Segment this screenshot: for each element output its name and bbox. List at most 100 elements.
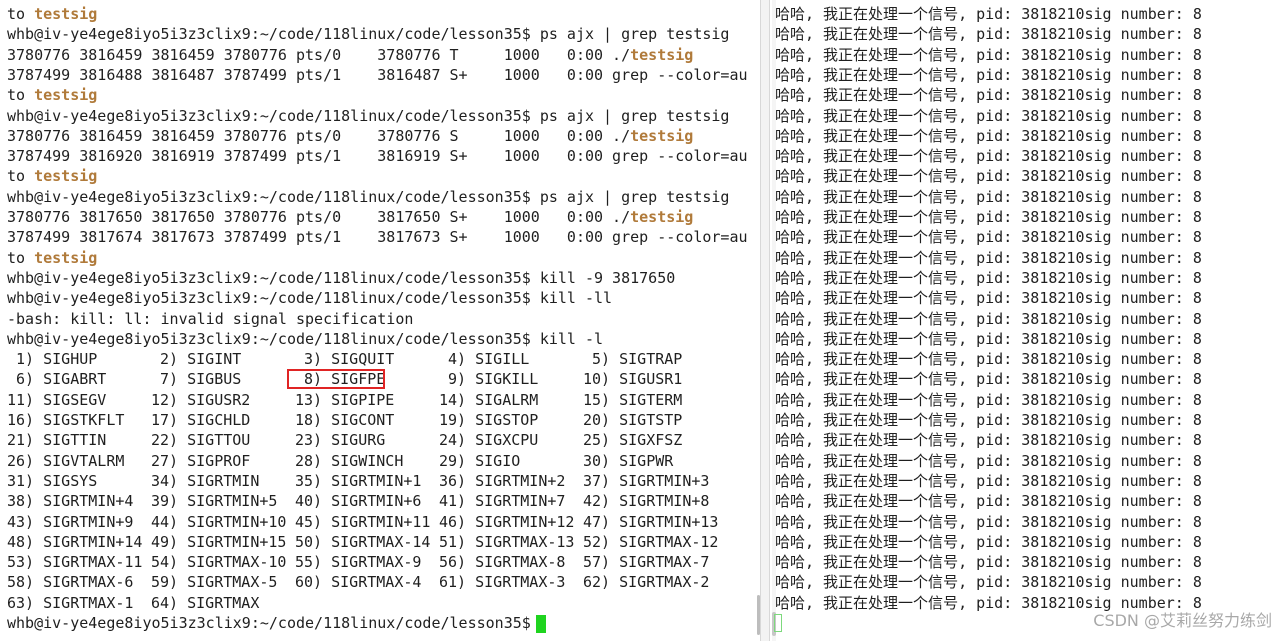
right-terminal-pane[interactable]: 哈哈, 我正在处理一个信号, pid: 3818210sig number: 8…	[770, 0, 1280, 641]
terminal-text: to	[7, 5, 35, 23]
signal-entry: 25) SIGXFSZ	[583, 431, 683, 450]
output-line: 哈哈, 我正在处理一个信号, pid: 3818210sig number: 8	[775, 248, 1202, 267]
signal-entry: 3) SIGQUIT	[295, 350, 395, 369]
output-line: 哈哈, 我正在处理一个信号, pid: 3818210sig number: 8	[775, 492, 1202, 511]
signal-entry: 11) SIGSEGV	[7, 390, 107, 409]
highlighted-text: testsig	[630, 45, 694, 64]
output-line: 哈哈, 我正在处理一个信号, pid: 3818210sig number: 8	[775, 411, 1202, 429]
terminal-text: to	[7, 167, 35, 186]
highlighted-text: testsig	[34, 86, 98, 105]
output-line: 哈哈, 我正在处理一个信号, pid: 3818210sig number: 8	[775, 329, 1202, 348]
terminal-line: 3787499 3816920 3816919 3787499 pts/1 38…	[7, 146, 748, 166]
signal-entry: 35) SIGRTMIN+1	[295, 471, 422, 490]
signal-entry: 64) SIGRTMAX	[151, 593, 260, 612]
terminal-text: 3787499 3816488 3816487 3787499 pts/1 38…	[7, 65, 748, 84]
right-scrollbar[interactable]	[772, 0, 776, 641]
signal-entry: 17) SIGCHLD	[151, 411, 251, 429]
output-line: 哈哈, 我正在处理一个信号, pid: 3818210sig number: 8	[775, 167, 1202, 186]
terminal-text: whb@iv-ye4ege8iyo5i3z3clix9:~/code/118li…	[7, 106, 730, 125]
signal-entry: 22) SIGTTOU	[151, 431, 251, 450]
terminal-text: 3787499 3816920 3816919 3787499 pts/1 38…	[7, 147, 748, 166]
output-line: 哈哈, 我正在处理一个信号, pid: 3818210sig number: 8	[775, 25, 1202, 44]
terminal-text: whb@iv-ye4ege8iyo5i3z3clix9:~/code/118li…	[7, 289, 613, 308]
signal-highlight-box	[287, 369, 385, 389]
output-line: 哈哈, 我正在处理一个信号, pid: 3818210sig number: 8	[775, 390, 1202, 409]
terminal-line: to testsig	[7, 4, 97, 24]
signal-entry: 42) SIGRTMIN+8	[583, 492, 710, 511]
output-line: 哈哈, 我正在处理一个信号, pid: 3818210sig number: 8	[775, 126, 1202, 145]
signal-entry: 46) SIGRTMIN+12	[439, 512, 575, 531]
signal-entry: 58) SIGRTMAX-6	[7, 573, 134, 592]
signal-entry: 29) SIGIO	[439, 451, 521, 470]
signal-entry: 36) SIGRTMIN+2	[439, 471, 566, 490]
signal-entry: 9) SIGKILL	[439, 370, 539, 389]
highlighted-text: testsig	[34, 248, 98, 267]
signal-entry: 45) SIGRTMIN+11	[295, 512, 431, 531]
terminal-text: whb@iv-ye4ege8iyo5i3z3clix9:~/code/118li…	[7, 187, 730, 206]
left-terminal-pane[interactable]: to testsig whb@iv-ye4ege8iyo5i3z3clix9:~/…	[0, 0, 760, 641]
pane-splitter[interactable]	[760, 0, 770, 641]
terminal-text: 3780776 3816459 3816459 3780776 pts/0 37…	[7, 126, 631, 145]
right-terminal-cursor[interactable]	[774, 614, 782, 632]
signal-entry: 14) SIGALRM	[439, 390, 539, 409]
signal-entry: 52) SIGRTMAX-12	[583, 532, 719, 551]
output-line: 哈哈, 我正在处理一个信号, pid: 3818210sig number: 8	[775, 228, 1202, 247]
output-line: 哈哈, 我正在处理一个信号, pid: 3818210sig number: 8	[775, 553, 1202, 572]
signal-entry: 15) SIGTERM	[583, 390, 683, 409]
signal-entry: 5) SIGTRAP	[583, 350, 683, 369]
signal-entry: 4) SIGILL	[439, 350, 530, 369]
terminal-text: 3780776 3817650 3817650 3780776 pts/0 38…	[7, 208, 631, 226]
terminal-line: to testsig	[7, 85, 97, 105]
signal-entry: 62) SIGRTMAX-2	[583, 573, 710, 592]
terminal-line: whb@iv-ye4ege8iyo5i3z3clix9:~/code/118li…	[7, 288, 612, 308]
watermark: CSDN @艾莉丝努力练剑	[1093, 611, 1272, 630]
signal-entry: 2) SIGINT	[151, 350, 242, 369]
output-line: 哈哈, 我正在处理一个信号, pid: 3818210sig number: 8	[775, 106, 1202, 125]
signal-entry: 6) SIGABRT	[7, 370, 107, 389]
signal-entry: 13) SIGPIPE	[295, 390, 395, 409]
signal-entry: 63) SIGRTMAX-1	[7, 593, 134, 612]
output-line: 哈哈, 我正在处理一个信号, pid: 3818210sig number: 8	[775, 45, 1202, 64]
signal-entry: 57) SIGRTMAX-7	[583, 553, 710, 572]
output-line: 哈哈, 我正在处理一个信号, pid: 3818210sig number: 8	[775, 208, 1202, 226]
signal-entry: 41) SIGRTMIN+7	[439, 492, 566, 511]
signal-entry: 55) SIGRTMAX-9	[295, 553, 422, 572]
output-line: 哈哈, 我正在处理一个信号, pid: 3818210sig number: 8	[775, 86, 1202, 105]
signal-entry: 18) SIGCONT	[295, 411, 395, 429]
signal-entry: 48) SIGRTMIN+14	[7, 532, 143, 551]
output-line: 哈哈, 我正在处理一个信号, pid: 3818210sig number: 8	[775, 65, 1202, 84]
output-line: 哈哈, 我正在处理一个信号, pid: 3818210sig number: 8	[775, 532, 1202, 551]
terminal-line: 3780776 3816459 3816459 3780776 pts/0 37…	[7, 45, 693, 65]
signal-entry: 10) SIGUSR1	[583, 370, 683, 389]
terminal-line: 3787499 3816488 3816487 3787499 pts/1 38…	[7, 65, 748, 85]
signal-entry: 19) SIGSTOP	[439, 411, 539, 429]
signal-entry: 60) SIGRTMAX-4	[295, 573, 422, 592]
terminal-cursor[interactable]	[536, 615, 546, 633]
output-line: 哈哈, 我正在处理一个信号, pid: 3818210sig number: 8	[775, 350, 1202, 369]
terminal-line: 3787499 3817674 3817673 3787499 pts/1 38…	[7, 227, 748, 247]
output-line: 哈哈, 我正在处理一个信号, pid: 3818210sig number: 8	[775, 309, 1202, 328]
signal-entry: 24) SIGXCPU	[439, 431, 539, 450]
output-line: 哈哈, 我正在处理一个信号, pid: 3818210sig number: 8	[775, 5, 1202, 23]
output-line: 哈哈, 我正在处理一个信号, pid: 3818210sig number: 8	[775, 268, 1202, 287]
signal-entry: 59) SIGRTMAX-5	[151, 573, 278, 592]
terminal-line: whb@iv-ye4ege8iyo5i3z3clix9:~/code/118li…	[7, 106, 729, 126]
terminal-line: 3780776 3816459 3816459 3780776 pts/0 37…	[7, 126, 693, 146]
signal-entry: 12) SIGUSR2	[151, 390, 251, 409]
highlighted-text: testsig	[34, 5, 98, 23]
highlighted-text: testsig	[630, 126, 694, 145]
terminal-line: to testsig	[7, 248, 97, 268]
signal-entry: 38) SIGRTMIN+4	[7, 492, 134, 511]
signal-entry: 1) SIGHUP	[7, 350, 98, 369]
terminal-text: 3787499 3817674 3817673 3787499 pts/1 38…	[7, 228, 748, 247]
signal-entry: 26) SIGVTALRM	[7, 451, 125, 470]
terminal-line: whb@iv-ye4ege8iyo5i3z3clix9:~/code/118li…	[7, 24, 729, 44]
signal-entry: 7) SIGBUS	[151, 370, 242, 389]
signal-entry: 50) SIGRTMAX-14	[295, 532, 431, 551]
output-line: 哈哈, 我正在处理一个信号, pid: 3818210sig number: 8	[775, 289, 1202, 308]
terminal-line: whb@iv-ye4ege8iyo5i3z3clix9:~/code/118li…	[7, 187, 729, 207]
output-line: 哈哈, 我正在处理一个信号, pid: 3818210sig number: 8	[775, 451, 1202, 470]
signal-entry: 21) SIGTTIN	[7, 431, 107, 450]
signal-entry: 56) SIGRTMAX-8	[439, 553, 566, 572]
signal-entry: 27) SIGPROF	[151, 451, 251, 470]
